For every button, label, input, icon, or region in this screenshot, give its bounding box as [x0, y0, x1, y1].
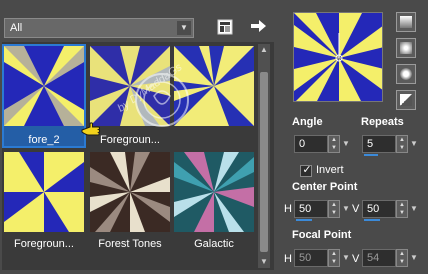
center-v-slider-bar — [364, 219, 380, 221]
focal-point-label: Focal Point — [292, 229, 352, 241]
style-linear-button[interactable] — [396, 12, 416, 32]
style-sunburst-button[interactable] — [396, 90, 416, 110]
focal-v-spinner[interactable]: ▲ ▼ — [396, 249, 408, 267]
focal-v-input[interactable]: 54 — [362, 249, 396, 267]
focal-h-value: 50 — [299, 252, 312, 264]
linear-style-icon — [400, 16, 412, 28]
watermark: by DyMaddaGs — [92, 52, 232, 142]
open-folder-icon[interactable] — [215, 17, 235, 37]
chevron-down-icon: ▼ — [177, 21, 191, 35]
repeats-slider-bar — [364, 154, 378, 156]
scroll-down-icon[interactable]: ▼ — [258, 256, 270, 268]
angle-spinner[interactable]: ▲ ▼ — [328, 135, 340, 153]
invert-label: Invert — [316, 164, 344, 176]
repeats-label: Repeats — [361, 116, 404, 128]
focal-h-dropdown-icon[interactable]: ▼ — [341, 249, 351, 267]
focal-h-spinner[interactable]: ▲ ▼ — [328, 249, 340, 267]
gradient-thumb-galactic[interactable] — [174, 152, 254, 232]
center-h-label: H — [284, 203, 292, 215]
focal-h-label: H — [284, 253, 292, 265]
center-h-input[interactable]: 50 — [294, 200, 328, 221]
gradient-label: Galactic — [194, 238, 234, 250]
gradient-thumb-forest-tones[interactable] — [90, 152, 170, 232]
repeats-input[interactable]: 5 — [362, 135, 396, 156]
sunburst-style-icon — [400, 94, 412, 106]
focal-h-input[interactable]: 50 — [294, 249, 328, 267]
hand-pointer-icon — [80, 118, 102, 140]
invert-checkbox[interactable]: ✓ — [300, 164, 312, 177]
focal-v-value: 54 — [367, 252, 380, 264]
center-v-label: V — [352, 203, 360, 215]
focal-v-dropdown-icon[interactable]: ▼ — [409, 249, 419, 267]
center-v-value: 50 — [367, 203, 380, 215]
repeats-spinner[interactable]: ▲ ▼ — [396, 135, 408, 153]
gradient-scrollbar[interactable]: ▲ ▼ — [258, 44, 270, 268]
gradient-label: fore_2 — [28, 134, 60, 146]
angle-input[interactable]: 0 — [294, 135, 328, 153]
gradient-preview[interactable] — [293, 12, 383, 102]
rectangular-style-icon — [400, 42, 412, 54]
arrow-right-icon[interactable] — [248, 16, 268, 36]
angle-label: Angle — [292, 116, 323, 128]
gradient-label: Foregroun... — [14, 238, 74, 250]
gradient-label: Forest Tones — [98, 238, 162, 250]
category-dropdown-value: All — [10, 22, 23, 34]
center-v-input[interactable]: 50 — [362, 200, 396, 221]
center-h-slider-bar — [296, 219, 312, 221]
center-h-dropdown-icon[interactable]: ▼ — [341, 200, 351, 218]
repeats-dropdown-icon[interactable]: ▼ — [409, 135, 419, 153]
gradient-thumb-fore-2[interactable] — [4, 46, 84, 126]
angle-value: 0 — [299, 138, 306, 150]
category-dropdown[interactable]: All ▼ — [4, 18, 194, 38]
repeats-value: 5 — [367, 138, 374, 150]
style-rectangular-button[interactable] — [396, 38, 416, 58]
radial-style-icon — [400, 68, 412, 80]
center-point-label: Center Point — [292, 181, 358, 193]
center-h-value: 50 — [299, 203, 312, 215]
checkmark-icon: ✓ — [302, 164, 312, 176]
scrollbar-thumb[interactable] — [260, 72, 268, 252]
center-h-spinner[interactable]: ▲ ▼ — [328, 200, 340, 218]
angle-dropdown-icon[interactable]: ▼ — [341, 135, 351, 153]
focal-v-label: V — [352, 253, 360, 265]
scroll-up-icon[interactable]: ▲ — [258, 44, 270, 56]
gradient-thumb-foreground-2[interactable] — [4, 152, 84, 232]
style-radial-button[interactable] — [396, 64, 416, 84]
center-v-spinner[interactable]: ▲ ▼ — [396, 200, 408, 218]
center-v-dropdown-icon[interactable]: ▼ — [409, 200, 419, 218]
